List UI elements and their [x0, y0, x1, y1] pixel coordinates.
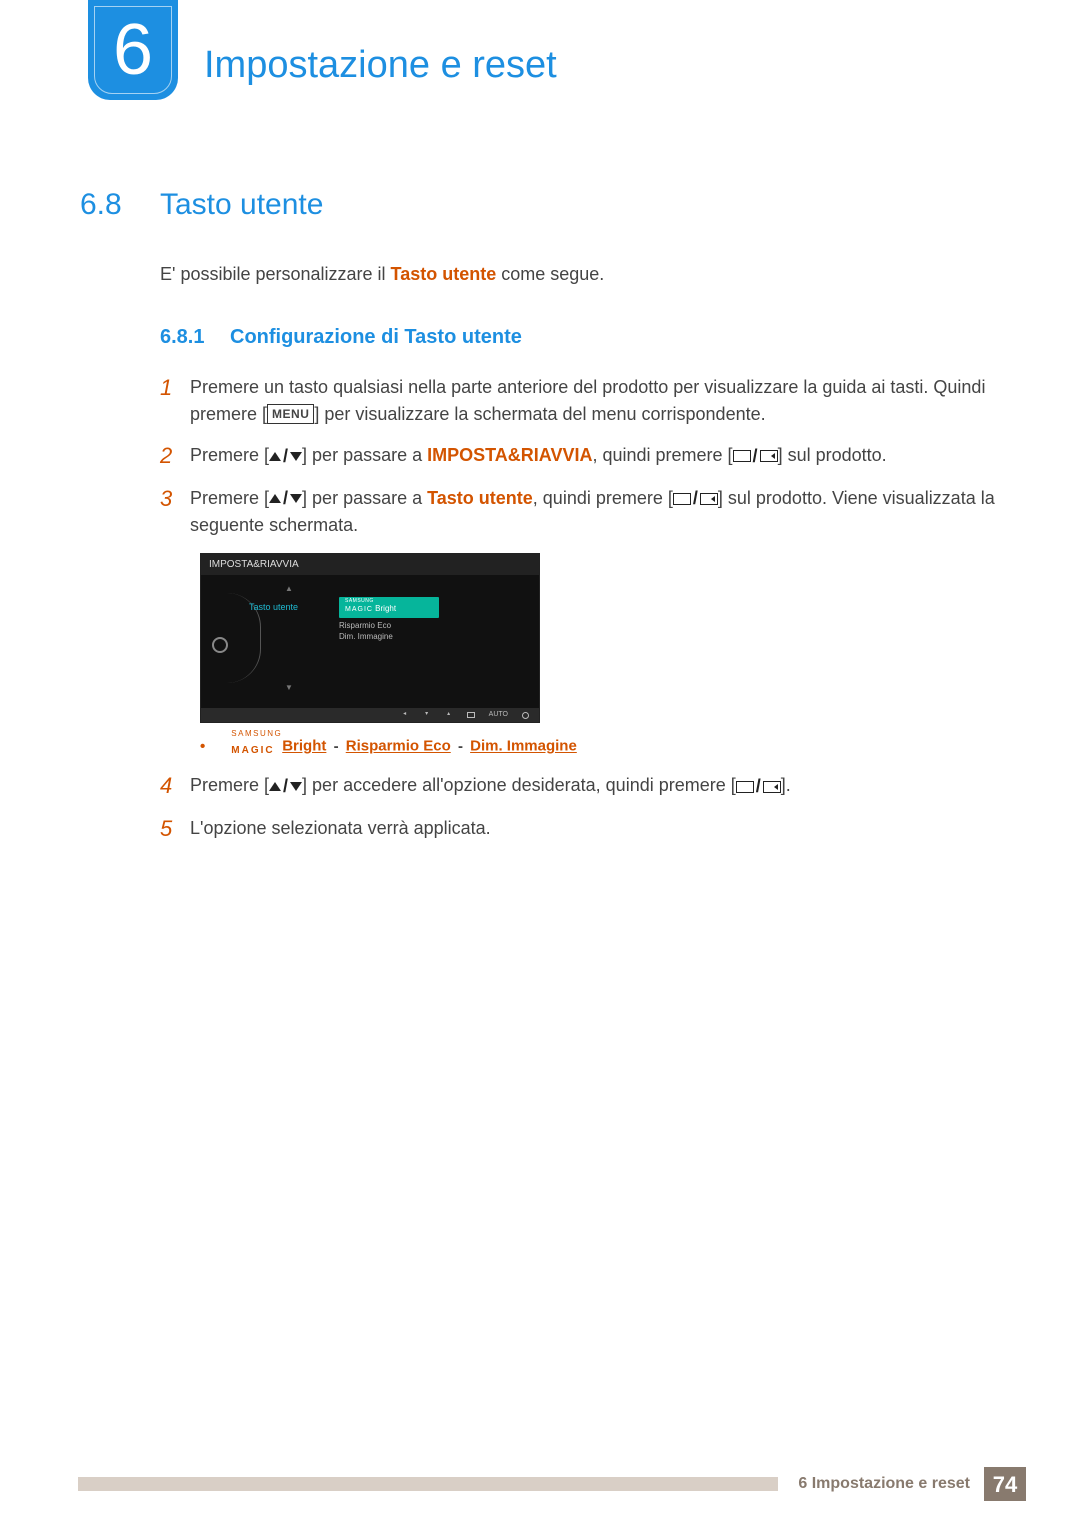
- up-down-icon: /: [269, 773, 302, 800]
- step-2: 2 Premere [/] per passare a IMPOSTA&RIAV…: [160, 442, 1020, 471]
- intro-highlight: Tasto utente: [391, 264, 497, 284]
- subsection-heading: 6.8.1 Configurazione di Tasto utente: [160, 322, 1080, 352]
- step-number: 1: [160, 374, 190, 428]
- chapter-number: 6: [113, 0, 153, 104]
- footer-chapter-ref: 6 Impostazione e reset: [798, 1472, 970, 1496]
- osd-option-2: Risparmio Eco: [339, 620, 529, 631]
- step-5: 5 L'opzione selezionata verrà applicata.: [160, 815, 1020, 844]
- step3-text2: ] per passare a: [302, 488, 427, 508]
- section-title: Tasto utente: [160, 182, 323, 227]
- steps-list-cont: 4 Premere [/] per accedere all'opzione d…: [160, 772, 1080, 843]
- menu-button-icon: MENU: [267, 404, 314, 424]
- step-number: 3: [160, 485, 190, 540]
- chapter-title: Impostazione e reset: [204, 37, 557, 94]
- osd-selected-value: SAMSUNG MAGIC Bright: [339, 597, 439, 618]
- enter-icon: [700, 493, 718, 505]
- option-bright: Bright: [282, 738, 326, 755]
- step-number: 2: [160, 442, 190, 471]
- bullet-icon: •: [200, 736, 205, 759]
- triangle-up-icon: [269, 494, 281, 503]
- step2-text4: ] sul prodotto.: [778, 445, 887, 465]
- step4-text1: Premere [: [190, 775, 269, 795]
- section-number: 6.8: [80, 182, 160, 227]
- osd-row-selected: Tasto utente SAMSUNG MAGIC Bright: [249, 597, 529, 618]
- osd-magic-sup: SAMSUNG: [345, 599, 433, 603]
- enter-icon: [763, 781, 781, 793]
- options-text: SAMSUNG MAGIC Bright - Risparmio Eco - D…: [231, 733, 577, 758]
- up-down-icon: /: [269, 443, 302, 470]
- step2-text1: Premere [: [190, 445, 269, 465]
- osd-down-icon: ▾: [423, 712, 431, 718]
- step-body: Premere [/] per passare a IMPOSTA&RIAVVI…: [190, 442, 887, 471]
- osd-left-panel: [201, 575, 239, 715]
- triangle-down-icon: [290, 494, 302, 503]
- step3-text1: Premere [: [190, 488, 269, 508]
- subsection-title: Configurazione di Tasto utente: [230, 322, 522, 352]
- triangle-down-icon: [290, 452, 302, 461]
- triangle-up-icon: [269, 452, 281, 461]
- osd-sel-suffix: Bright: [373, 604, 396, 613]
- chapter-number-badge: 6: [88, 0, 178, 100]
- intro-suffix: come segue.: [496, 264, 604, 284]
- osd-title: IMPOSTA&RIAVVIA: [201, 554, 539, 575]
- intro-prefix: E' possibile personalizzare il: [160, 264, 391, 284]
- osd-screenshot: IMPOSTA&RIAVVIA ▲ Tasto utente SAMSUNG M…: [200, 553, 540, 723]
- osd-power-icon: [522, 712, 529, 719]
- section-heading: 6.8 Tasto utente: [80, 182, 1080, 227]
- triangle-up-icon: [269, 782, 281, 791]
- step2-highlight: IMPOSTA&RIAVVIA: [427, 445, 592, 465]
- footer-bar: [78, 1477, 778, 1491]
- step-4: 4 Premere [/] per accedere all'opzione d…: [160, 772, 1020, 801]
- up-down-icon: /: [269, 485, 302, 512]
- enter-icon: [760, 450, 778, 462]
- screen-enter-icon: /: [673, 485, 718, 512]
- screen-enter-icon: /: [733, 443, 778, 470]
- osd-menu: ▲ Tasto utente SAMSUNG MAGIC Bright Risp…: [239, 575, 539, 715]
- step3-highlight: Tasto utente: [427, 488, 533, 508]
- step-body: Premere un tasto qualsiasi nella parte a…: [190, 374, 1020, 428]
- osd-up-icon: ▴: [445, 712, 453, 718]
- magic-main: MAGIC: [231, 745, 274, 756]
- osd-back-icon: ◂: [401, 712, 409, 718]
- screen-icon: [736, 781, 754, 793]
- step-3: 3 Premere [/] per passare a Tasto utente…: [160, 485, 1020, 540]
- step4-text3: ].: [781, 775, 791, 795]
- page-header: 6 Impostazione e reset: [0, 0, 1080, 100]
- step1-text2: ] per visualizzare la schermata del menu…: [314, 404, 765, 424]
- option-dim: Dim. Immagine: [470, 738, 577, 755]
- gear-icon: [212, 637, 228, 653]
- step-number: 5: [160, 815, 190, 844]
- screen-icon: [733, 450, 751, 462]
- option-eco: Risparmio Eco: [346, 738, 451, 755]
- osd-magic-main: MAGIC: [345, 606, 373, 613]
- steps-list: 1 Premere un tasto qualsiasi nella parte…: [160, 374, 1080, 539]
- magic-sup: SAMSUNG: [231, 731, 282, 737]
- intro-paragraph: E' possibile personalizzare il Tasto ute…: [160, 261, 1080, 288]
- osd-bottom-bar: ◂ ▾ ▴ AUTO: [201, 708, 539, 722]
- step-body: Premere [/] per accedere all'opzione des…: [190, 772, 791, 801]
- step-body: Premere [/] per passare a Tasto utente, …: [190, 485, 1020, 540]
- step2-text3: , quindi premere [: [592, 445, 732, 465]
- osd-auto-label: AUTO: [489, 710, 508, 721]
- options-bullet: • SAMSUNG MAGIC Bright - Risparmio Eco -…: [200, 733, 1080, 758]
- triangle-down-icon: [290, 782, 302, 791]
- page-footer: 6 Impostazione e reset 74: [78, 1467, 1026, 1501]
- step-1: 1 Premere un tasto qualsiasi nella parte…: [160, 374, 1020, 428]
- step-number: 4: [160, 772, 190, 801]
- osd-scroll-down-icon: ▼: [249, 682, 329, 694]
- osd-item-label: Tasto utente: [249, 601, 329, 615]
- step2-text2: ] per passare a: [302, 445, 427, 465]
- osd-scroll-up-icon: ▲: [249, 583, 329, 595]
- osd-select-icon: [467, 712, 475, 718]
- osd-body: ▲ Tasto utente SAMSUNG MAGIC Bright Risp…: [201, 575, 539, 715]
- screen-enter-icon: /: [736, 773, 781, 800]
- osd-option-3: Dim. Immagine: [339, 631, 529, 642]
- step3-text3: , quindi premere [: [533, 488, 673, 508]
- step-body: L'opzione selezionata verrà applicata.: [190, 815, 491, 844]
- step4-text2: ] per accedere all'opzione desiderata, q…: [302, 775, 736, 795]
- subsection-number: 6.8.1: [160, 322, 230, 352]
- page-number: 74: [984, 1467, 1026, 1501]
- screen-icon: [673, 493, 691, 505]
